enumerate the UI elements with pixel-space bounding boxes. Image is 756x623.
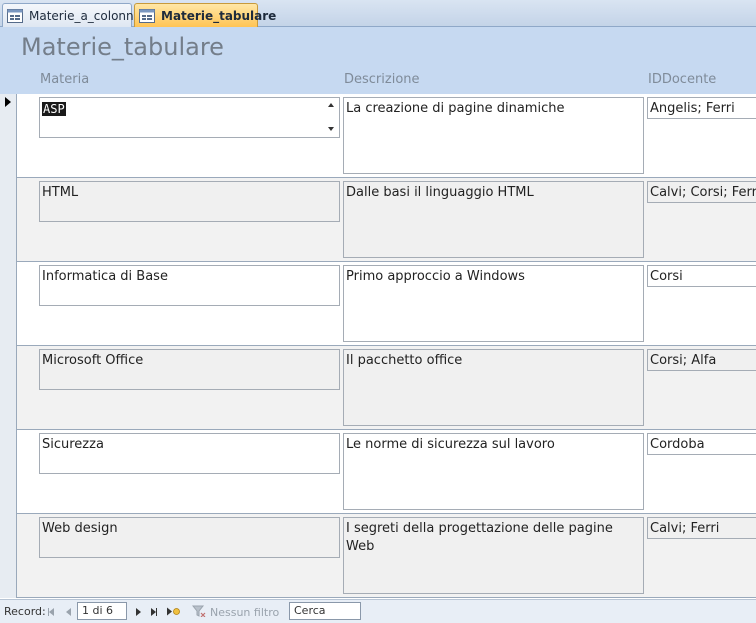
tab-materie-tabulare[interactable]: Materie_tabulare <box>134 3 276 27</box>
form-header: Materie_tabulare Materia Descrizione IDD… <box>0 27 756 94</box>
record-row: HTML Dalle basi il linguaggio HTML Calvi… <box>0 178 756 262</box>
record-row: Sicurezza Le norme di sicurezza sul lavo… <box>0 430 756 514</box>
next-record-icon[interactable] <box>133 606 143 617</box>
iddocente-field[interactable]: Angelis; Ferri <box>647 97 756 119</box>
record-selector[interactable] <box>0 178 17 262</box>
column-label-iddocente: IDDocente <box>648 72 717 87</box>
form-icon <box>7 8 23 23</box>
field-scrollbar[interactable] <box>325 98 339 137</box>
record-selector[interactable] <box>0 430 17 514</box>
descrizione-field[interactable]: La creazione di pagine dinamiche <box>343 97 644 174</box>
materia-field[interactable]: Web design <box>39 517 340 558</box>
materia-field[interactable]: Sicurezza <box>39 433 340 474</box>
search-input[interactable]: Cerca <box>289 602 361 620</box>
descrizione-field[interactable]: Dalle basi il linguaggio HTML <box>343 181 644 258</box>
filter-indicator[interactable]: Nessun filtro <box>191 605 280 620</box>
descrizione-field[interactable]: Le norme di sicurezza sul lavoro <box>343 433 644 510</box>
descrizione-field[interactable]: Primo approccio a Windows <box>343 265 644 342</box>
iddocente-field[interactable]: Corsi; Alfa <box>647 349 756 371</box>
new-record-icon[interactable] <box>166 606 180 617</box>
current-record-arrow-icon <box>5 97 11 107</box>
form-title: Materie_tabulare <box>21 33 224 61</box>
descrizione-field[interactable]: I segreti della progettazione delle pagi… <box>343 517 644 594</box>
iddocente-field[interactable]: Cordoba <box>647 433 756 455</box>
iddocente-field[interactable]: Calvi; Ferri <box>647 517 756 539</box>
column-label-materia: Materia <box>40 72 90 87</box>
record-row: Informatica di Base Primo approccio a Wi… <box>0 262 756 346</box>
record-navigator: Record: 1 di 6 Nessun filtro Cerca <box>0 599 756 623</box>
materia-field[interactable]: HTML <box>39 181 340 222</box>
record-row: Web design I segreti della progettazione… <box>0 514 756 598</box>
form-icon <box>139 8 155 23</box>
record-selector[interactable] <box>0 346 17 430</box>
record-selector[interactable] <box>0 514 17 598</box>
record-row: Microsoft Office Il pacchetto office Cor… <box>0 346 756 430</box>
scroll-down-icon[interactable] <box>328 127 334 131</box>
record-list: ASP La creazione di pagine dinamiche Ang… <box>0 94 756 599</box>
scroll-up-icon[interactable] <box>328 103 334 107</box>
iddocente-field[interactable]: Corsi <box>647 265 756 287</box>
record-label: Record: <box>4 605 46 618</box>
column-label-descrizione: Descrizione <box>344 72 420 87</box>
selected-text: ASP <box>42 102 66 116</box>
materia-field[interactable]: Informatica di Base <box>39 265 340 306</box>
record-row: ASP La creazione di pagine dinamiche Ang… <box>0 94 756 178</box>
current-record-input[interactable]: 1 di 6 <box>77 602 127 620</box>
record-selector[interactable] <box>0 262 17 346</box>
tab-label: Materie_tabulare <box>161 8 277 23</box>
materia-field[interactable]: Microsoft Office <box>39 349 340 390</box>
tab-materie-a-colonne[interactable]: Materie_a_colonne <box>2 3 141 27</box>
filter-label: Nessun filtro <box>210 606 280 619</box>
document-tab-strip: Materie_a_colonne Materie_tabulare <box>0 0 756 27</box>
materia-field[interactable]: ASP <box>39 97 340 138</box>
record-selector[interactable] <box>0 94 17 178</box>
last-record-icon[interactable] <box>149 606 159 617</box>
descrizione-field[interactable]: Il pacchetto office <box>343 349 644 426</box>
tab-label: Materie_a_colonne <box>29 8 142 23</box>
iddocente-field[interactable]: Calvi; Corsi; Ferri <box>647 181 756 203</box>
first-record-icon[interactable] <box>46 606 56 617</box>
funnel-icon <box>191 605 206 620</box>
previous-record-icon[interactable] <box>63 606 73 617</box>
